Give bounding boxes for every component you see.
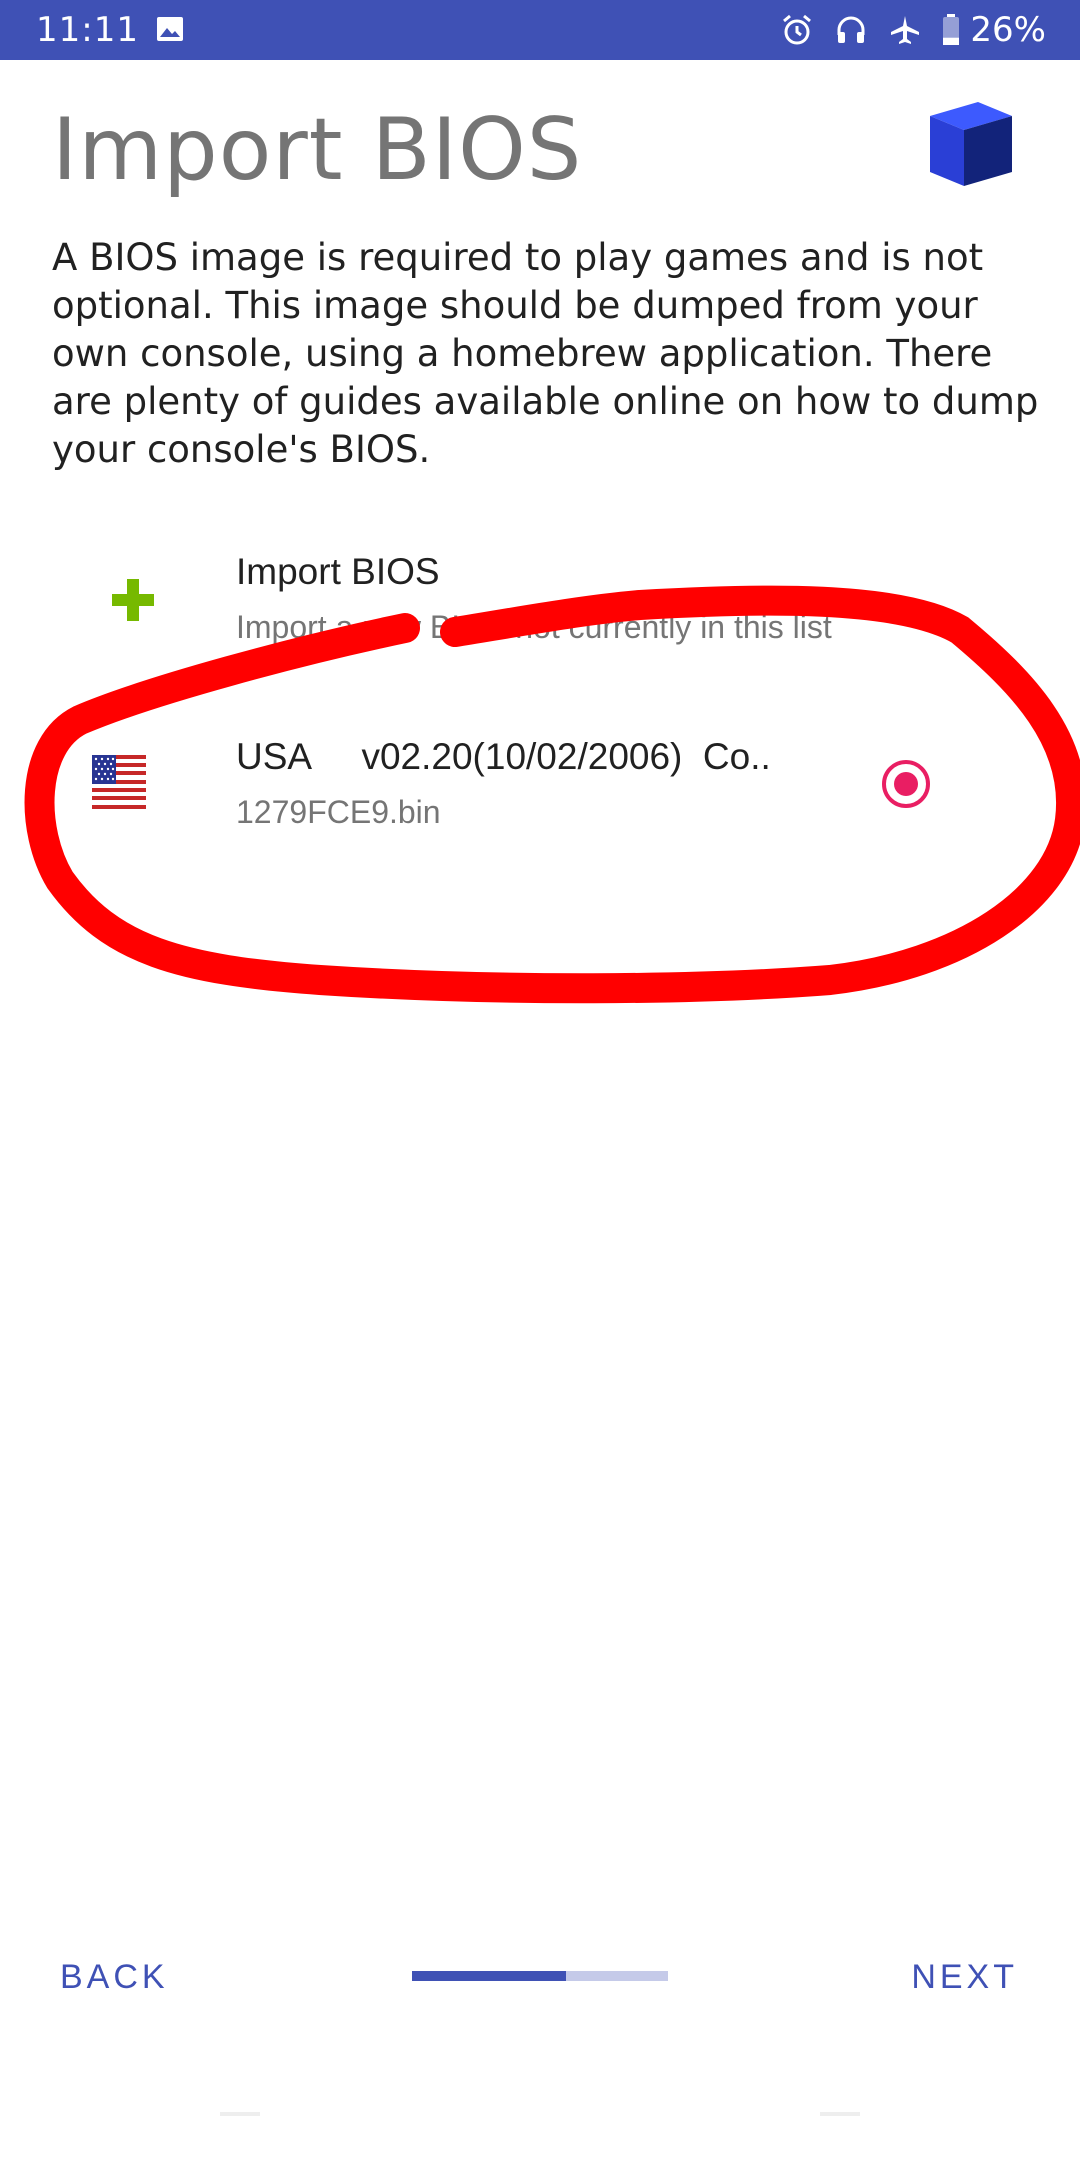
gallery-icon — [157, 17, 183, 41]
airplane-mode-icon — [891, 16, 920, 44]
status-icons: 26% — [780, 10, 1046, 50]
status-bar: 11:11 26% — [0, 0, 1080, 60]
bios-radio-button[interactable] — [880, 758, 932, 810]
import-bios-item[interactable]: Import BIOS Import a new BIOS not curren… — [0, 535, 1080, 665]
bios-region: USA — [236, 736, 311, 777]
battery-percent: 26% — [970, 10, 1046, 50]
headset-icon — [837, 16, 865, 43]
bios-version: v02.20(10/02/2006) Co.. — [361, 736, 771, 777]
setup-progress-fill — [412, 1971, 566, 1981]
alarm-icon — [783, 14, 812, 45]
cube-logo-icon — [930, 102, 1012, 186]
status-time: 11:11 — [36, 10, 139, 50]
page-title: Import BIOS — [52, 100, 583, 200]
import-bios-subtitle: Import a new BIOS not currently in this … — [236, 609, 832, 645]
bios-list-item[interactable]: USA v02.20(10/02/2006) Co.. 1279FCE9.bin — [0, 720, 1080, 860]
next-button[interactable]: NEXT — [911, 1958, 1018, 1997]
us-flag-icon — [92, 755, 146, 809]
bios-title: USA v02.20(10/02/2006) Co.. — [236, 736, 771, 778]
bios-filename: 1279FCE9.bin — [236, 794, 441, 830]
gesture-hint-right — [820, 2112, 860, 2116]
setup-progress-bar — [412, 1971, 668, 1981]
plus-icon — [112, 579, 154, 621]
battery-icon — [943, 14, 960, 45]
gesture-hint-left — [220, 2112, 260, 2116]
import-bios-title: Import BIOS — [236, 551, 440, 592]
back-button[interactable]: BACK — [60, 1958, 169, 1997]
description-text: A BIOS image is required to play games a… — [52, 236, 1039, 471]
